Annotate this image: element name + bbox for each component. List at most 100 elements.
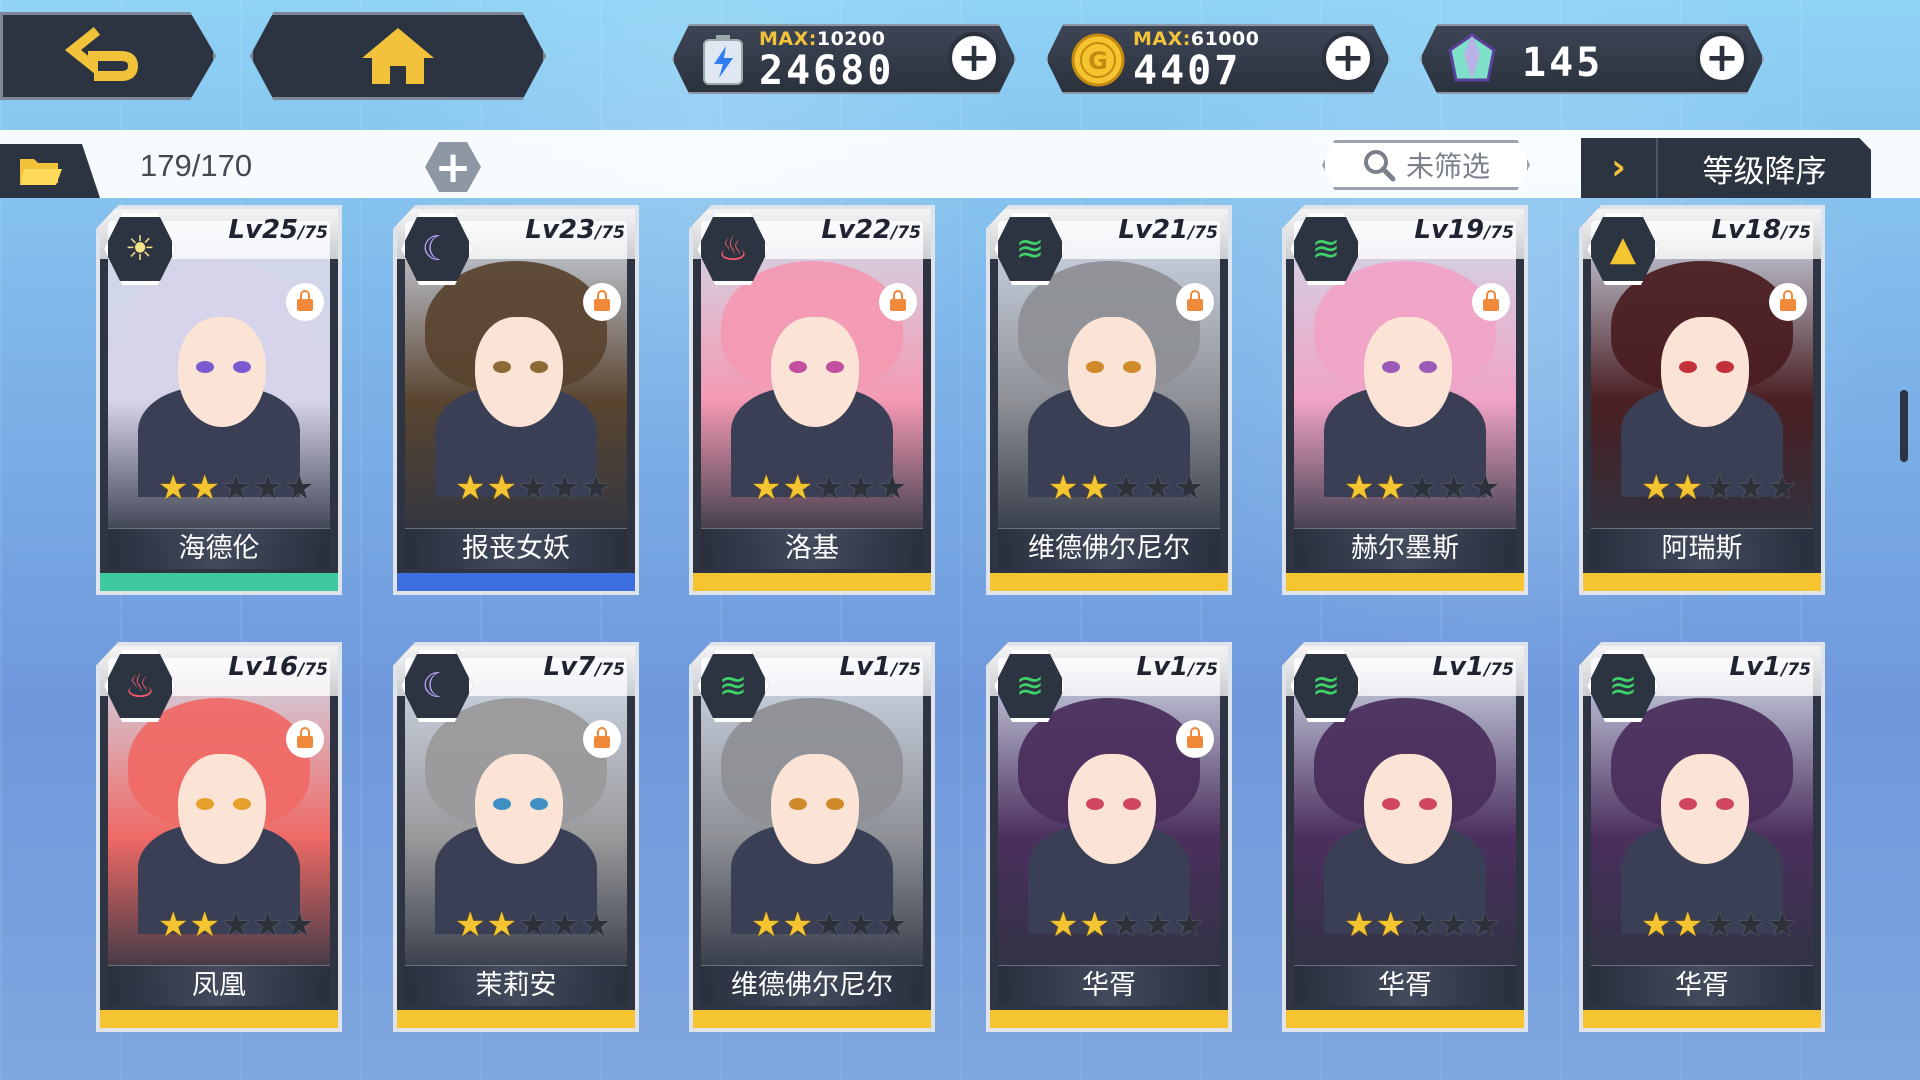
- rarity-strip: [1583, 573, 1821, 591]
- energy-battery-icon: [703, 35, 743, 85]
- star-filled-icon: ★: [1344, 468, 1375, 508]
- character-name: 华胥: [998, 965, 1220, 1006]
- character-level: Lv1/75: [1729, 652, 1811, 682]
- character-level: Lv25/75: [228, 215, 328, 245]
- lock-icon[interactable]: [583, 720, 621, 758]
- gem-value: 145: [1522, 40, 1604, 86]
- star-rating: ★ ★ ★ ★ ★: [1048, 471, 1204, 505]
- character-grid: Lv25/75 ☀ ★ ★ ★ ★ ★ 海德伦 Lv23/75 ☾ ★ ★ ★ ★ ★ 报丧女妖 Lv22/…: [96, 205, 1836, 1045]
- lock-icon[interactable]: [1769, 283, 1807, 321]
- chevron-right-icon[interactable]: ›: [1581, 138, 1658, 198]
- energy-resource: MAX:10200 24680 +: [672, 24, 1016, 94]
- add-energy-button[interactable]: +: [948, 32, 1000, 84]
- filter-label: 未筛选: [1405, 150, 1490, 183]
- character-card[interactable]: Lv1/75 ≋ ★ ★ ★ ★ ★ 华胥: [1282, 642, 1528, 1032]
- star-filled-icon: ★: [1079, 905, 1110, 945]
- rarity-strip: [1286, 1010, 1524, 1028]
- character-level: Lv7/75: [543, 652, 625, 682]
- add-gold-button[interactable]: +: [1322, 32, 1374, 84]
- star-empty-icon: ★: [580, 468, 612, 508]
- character-card[interactable]: Lv25/75 ☀ ★ ★ ★ ★ ★ 海德伦: [96, 205, 342, 595]
- character-level: Lv18/75: [1711, 215, 1811, 245]
- character-level: Lv19/75: [1414, 215, 1514, 245]
- lock-icon[interactable]: [1472, 283, 1510, 321]
- filter-button[interactable]: 未筛选: [1322, 140, 1530, 190]
- star-rating: ★ ★ ★ ★ ★: [158, 471, 314, 505]
- home-button[interactable]: [250, 12, 546, 100]
- sort-button[interactable]: › 等级降序: [1581, 138, 1871, 198]
- folder-icon: [20, 159, 62, 185]
- crystal-gem-icon: [1448, 33, 1496, 82]
- scrollbar[interactable]: [1900, 390, 1908, 462]
- character-level: Lv23/75: [525, 215, 625, 245]
- star-filled-icon: ★: [1641, 468, 1672, 508]
- star-empty-icon: ★: [1406, 468, 1438, 508]
- svg-text:G: G: [1088, 47, 1108, 75]
- star-filled-icon: ★: [486, 905, 517, 945]
- character-card[interactable]: Lv16/75 ♨ ★ ★ ★ ★ ★ 凤凰: [96, 642, 342, 1032]
- star-rating: ★ ★ ★ ★ ★: [158, 908, 314, 942]
- gold-max: MAX:61000: [1133, 28, 1260, 50]
- character-name: 维德佛尔尼尔: [701, 965, 923, 1006]
- character-level: Lv1/75: [1432, 652, 1514, 682]
- character-card[interactable]: Lv18/75 ▲ ★ ★ ★ ★ ★ 阿瑞斯: [1579, 205, 1825, 595]
- star-empty-icon: ★: [1469, 468, 1501, 508]
- star-empty-icon: ★: [1110, 468, 1142, 508]
- star-empty-icon: ★: [549, 905, 580, 945]
- character-name: 报丧女妖: [405, 528, 627, 569]
- character-card[interactable]: Lv1/75 ≋ ★ ★ ★ ★ ★ 华胥: [1579, 642, 1825, 1032]
- character-name: 华胥: [1591, 965, 1813, 1006]
- lock-icon[interactable]: [879, 283, 917, 321]
- character-name: 海德伦: [108, 528, 330, 569]
- character-name: 阿瑞斯: [1591, 528, 1813, 569]
- rarity-strip: [397, 1010, 635, 1028]
- lock-icon[interactable]: [583, 283, 621, 321]
- star-filled-icon: ★: [1672, 905, 1703, 945]
- star-empty-icon: ★: [580, 905, 612, 945]
- star-filled-icon: ★: [158, 468, 189, 508]
- character-name: 赫尔墨斯: [1294, 528, 1516, 569]
- gold-value: 4407: [1133, 48, 1242, 94]
- star-empty-icon: ★: [517, 468, 549, 508]
- star-filled-icon: ★: [782, 468, 813, 508]
- character-card[interactable]: Lv7/75 ☾ ★ ★ ★ ★ ★ 茉莉安: [393, 642, 639, 1032]
- star-filled-icon: ★: [1375, 905, 1406, 945]
- lock-icon[interactable]: [1176, 283, 1214, 321]
- energy-max: MAX:10200: [759, 28, 886, 50]
- back-button[interactable]: [0, 12, 216, 100]
- star-empty-icon: ★: [1438, 468, 1469, 508]
- character-level: Lv1/75: [1136, 652, 1218, 682]
- gem-resource: 145 +: [1420, 24, 1764, 94]
- character-name: 凤凰: [108, 965, 330, 1006]
- character-card[interactable]: Lv1/75 ≋ ★ ★ ★ ★ ★ 华胥: [986, 642, 1232, 1032]
- character-card[interactable]: Lv22/75 ♨ ★ ★ ★ ★ ★ 洛基: [689, 205, 935, 595]
- character-card[interactable]: Lv1/75 ≋ ★ ★ ★ ★ ★ 维德佛尔尼尔: [689, 642, 935, 1032]
- star-empty-icon: ★: [876, 468, 908, 508]
- star-empty-icon: ★: [845, 468, 876, 508]
- roster-count: 179/170: [140, 148, 253, 183]
- star-empty-icon: ★: [1406, 905, 1438, 945]
- star-filled-icon: ★: [455, 468, 486, 508]
- energy-value: 24680: [759, 48, 895, 94]
- character-card[interactable]: Lv23/75 ☾ ★ ★ ★ ★ ★ 报丧女妖: [393, 205, 639, 595]
- character-card[interactable]: Lv21/75 ≋ ★ ★ ★ ★ ★ 维德佛尔尼尔: [986, 205, 1232, 595]
- search-icon: [1363, 150, 1396, 182]
- rarity-strip: [1286, 573, 1524, 591]
- character-level: Lv21/75: [1118, 215, 1218, 245]
- add-gem-button[interactable]: +: [1696, 32, 1748, 84]
- star-empty-icon: ★: [283, 468, 315, 508]
- star-empty-icon: ★: [1703, 905, 1735, 945]
- rarity-strip: [397, 573, 635, 591]
- star-empty-icon: ★: [1735, 905, 1766, 945]
- lock-icon[interactable]: [1176, 720, 1214, 758]
- star-empty-icon: ★: [1469, 905, 1501, 945]
- star-empty-icon: ★: [813, 905, 845, 945]
- lock-icon[interactable]: [286, 283, 324, 321]
- star-filled-icon: ★: [782, 905, 813, 945]
- star-empty-icon: ★: [1735, 468, 1766, 508]
- lock-icon[interactable]: [286, 720, 324, 758]
- star-rating: ★ ★ ★ ★ ★: [1641, 908, 1797, 942]
- star-empty-icon: ★: [252, 905, 283, 945]
- character-card[interactable]: Lv19/75 ≋ ★ ★ ★ ★ ★ 赫尔墨斯: [1282, 205, 1528, 595]
- star-rating: ★ ★ ★ ★ ★: [455, 908, 611, 942]
